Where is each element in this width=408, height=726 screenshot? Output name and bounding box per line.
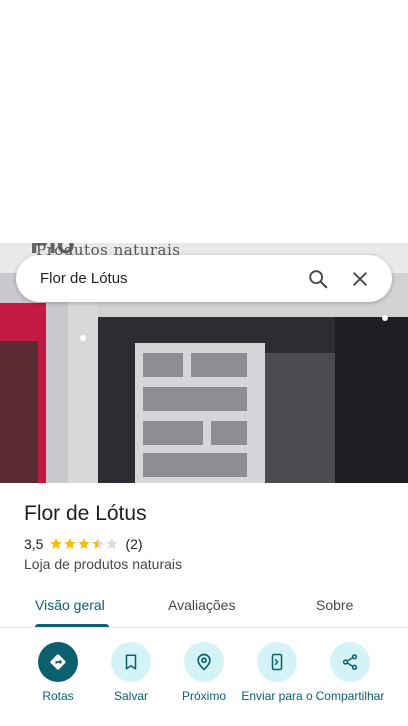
share-button[interactable]: Compartilhar	[310, 642, 390, 703]
place-category: Loja de produtos naturais	[24, 556, 182, 572]
star-icon	[64, 538, 77, 549]
star-icon	[50, 538, 63, 549]
send-to-phone-label: Enviar para o	[241, 689, 313, 703]
active-tab-indicator	[35, 624, 109, 627]
directions-button[interactable]: Rotas	[18, 642, 98, 703]
tab-reviews[interactable]: Avaliações	[168, 597, 235, 613]
directions-icon[interactable]	[38, 642, 78, 682]
photo-lamp	[80, 335, 86, 341]
photo-lamp	[382, 315, 388, 321]
send-to-phone-icon[interactable]	[257, 642, 297, 682]
tab-bar: Visão geral Avaliações Sobre	[0, 587, 408, 628]
photo-dreamcatchers	[265, 353, 335, 483]
place-title: Flor de Lótus	[24, 502, 147, 525]
send-to-phone-button[interactable]: Enviar para o	[237, 642, 317, 703]
close-icon[interactable]	[342, 261, 378, 297]
search-input[interactable]: Flor de Lótus	[40, 270, 294, 287]
tab-about[interactable]: Sobre	[316, 597, 353, 613]
star-icon	[78, 538, 91, 549]
rating-stars	[49, 537, 119, 551]
bookmark-icon[interactable]	[111, 642, 151, 682]
map-blank-area	[0, 0, 408, 243]
tab-overview[interactable]: Visão geral	[35, 597, 105, 613]
save-button[interactable]: Salvar	[91, 642, 171, 703]
nearby-label: Próximo	[181, 689, 226, 703]
nearby-button[interactable]: Próximo	[164, 642, 244, 703]
search-bar[interactable]: Flor de Lótus	[16, 255, 392, 302]
photo-shelf	[135, 343, 265, 483]
save-label: Salvar	[113, 689, 148, 703]
photo-door-interior	[0, 341, 38, 483]
photo-pillar	[68, 273, 98, 483]
rating-value: 3,5	[24, 536, 44, 552]
search-icon[interactable]	[300, 261, 336, 297]
share-label: Compartilhar	[315, 689, 385, 703]
empty-star-icon	[106, 538, 119, 549]
share-icon[interactable]	[330, 642, 370, 682]
half-star-icon	[92, 538, 105, 549]
nearby-icon[interactable]	[184, 642, 224, 682]
directions-label: Rotas	[42, 689, 74, 703]
photo-store-interior	[335, 317, 408, 483]
rating-row[interactable]: 3,5 (2)	[24, 536, 143, 552]
reviews-count[interactable]: (2)	[125, 536, 142, 552]
